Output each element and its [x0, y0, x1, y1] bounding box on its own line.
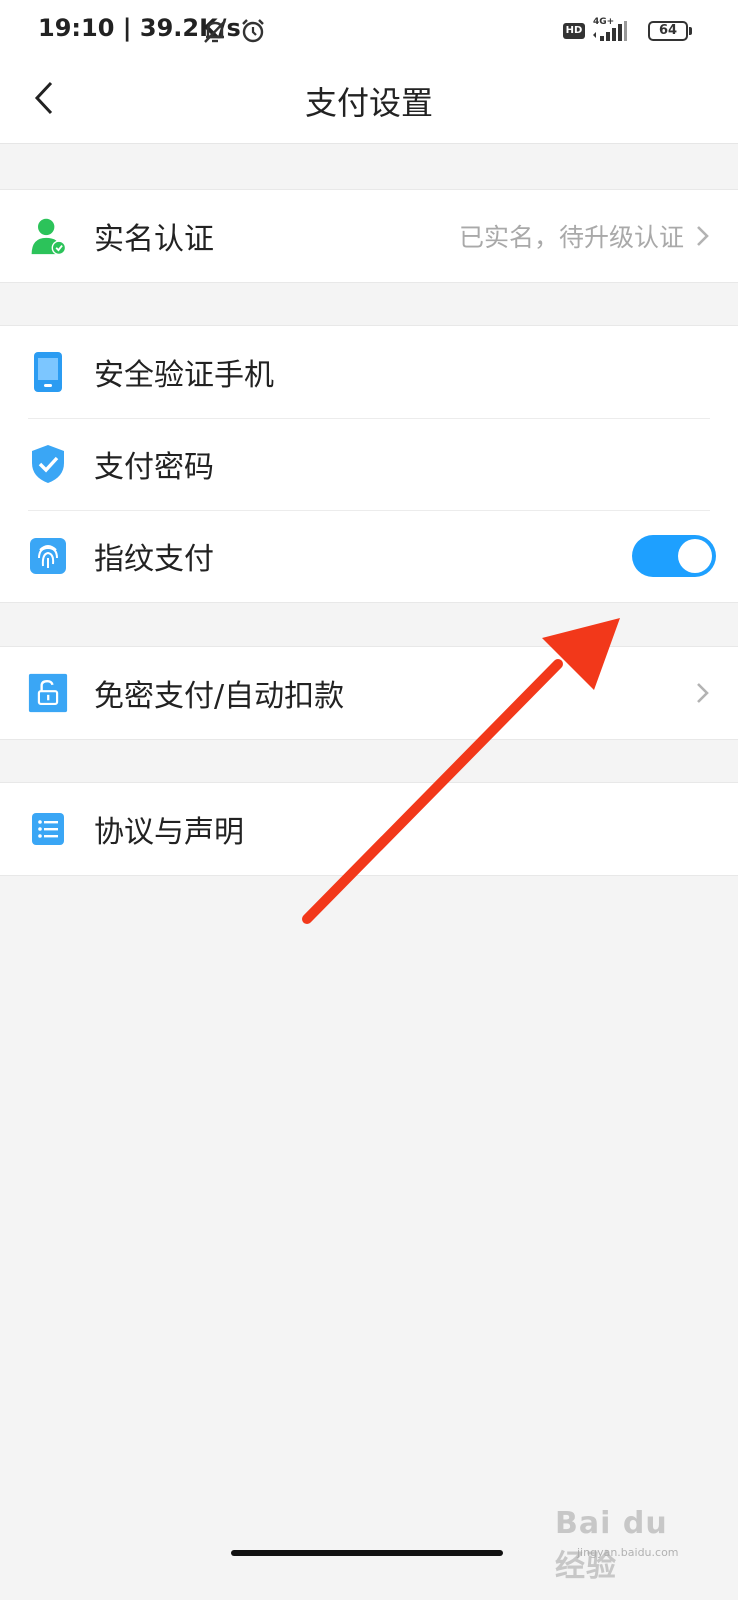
agreement-row[interactable]: 协议与声明	[0, 783, 738, 875]
pay-password-row[interactable]: 支付密码	[0, 418, 738, 510]
fingerprint-pay-row: 指纹支付	[0, 510, 738, 602]
fingerprint-pay-label: 指纹支付	[94, 542, 214, 577]
security-phone-label: 安全验证手机	[94, 358, 274, 393]
shield-check-icon	[28, 444, 68, 484]
alarm-icon	[238, 16, 268, 50]
identity-group: 实名认证 已实名，待升级认证	[0, 189, 738, 283]
no-password-group: 免密支付/自动扣款	[0, 646, 738, 740]
agreement-label: 协议与声明	[94, 815, 244, 850]
status-bar: 19:10 | 39.2K/s HD 4G+ 64	[0, 0, 738, 60]
pay-password-label: 支付密码	[94, 450, 214, 485]
watermark-url: jingyan.baidu.com	[577, 1546, 679, 1559]
user-verified-icon	[28, 216, 68, 256]
real-name-verification-row[interactable]: 实名认证 已实名，待升级认证	[0, 190, 738, 282]
unlock-icon	[28, 673, 68, 713]
battery-indicator: 64	[648, 21, 692, 41]
no-password-pay-row[interactable]: 免密支付/自动扣款	[0, 647, 738, 739]
toggle-knob	[678, 539, 712, 573]
fingerprint-icon	[28, 536, 68, 576]
home-indicator[interactable]	[231, 1550, 503, 1556]
list-icon	[28, 809, 68, 849]
nav-header: 支付设置	[0, 60, 738, 144]
chevron-right-icon	[697, 683, 709, 703]
security-group: 安全验证手机 支付密码 指纹支付	[0, 325, 738, 603]
mute-icon	[200, 16, 230, 50]
chevron-right-icon	[697, 226, 709, 246]
security-phone-row[interactable]: 安全验证手机	[0, 326, 738, 418]
page-title: 支付设置	[304, 84, 433, 122]
no-password-pay-label: 免密支付/自动扣款	[94, 679, 345, 714]
verification-status: 已实名，待升级认证	[458, 223, 684, 252]
real-name-verification-label: 实名认证	[94, 222, 214, 257]
signal-icon	[592, 20, 628, 46]
hd-icon: HD	[563, 23, 585, 39]
baidu-watermark: Bai du 经验 jingyan.baidu.com	[555, 1500, 705, 1584]
phone-icon	[28, 352, 68, 392]
fingerprint-toggle[interactable]	[632, 535, 716, 577]
agreement-group: 协议与声明	[0, 782, 738, 876]
